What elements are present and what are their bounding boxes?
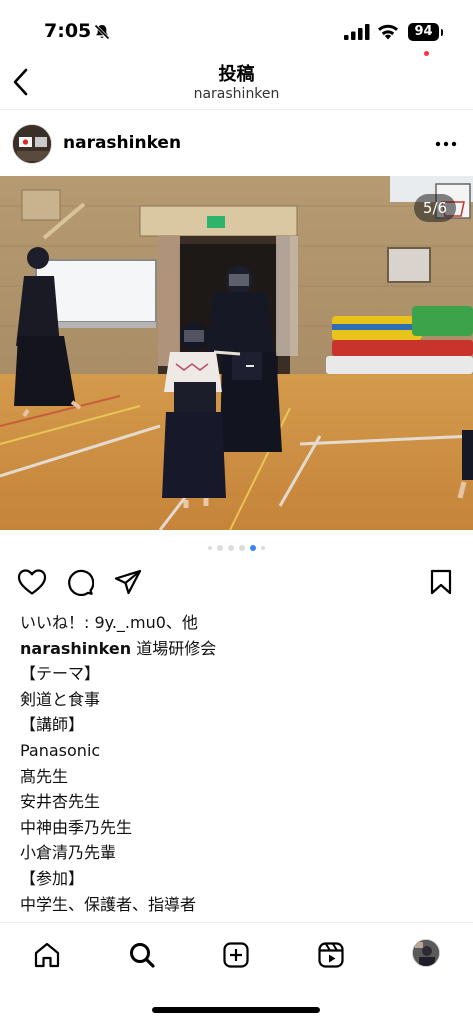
caption-line: 安井杏先生 [20, 792, 101, 812]
caption-line: 【講師】 [20, 715, 85, 735]
caption-author[interactable]: narashinken [20, 639, 131, 658]
post-header: narashinken [0, 118, 473, 172]
like-button[interactable] [16, 566, 48, 598]
kendo-practice-photo [0, 176, 473, 530]
paper-plane-icon [114, 569, 142, 595]
caption-line: 中神由季乃先生 [20, 817, 133, 837]
profile-avatar[interactable] [12, 124, 52, 164]
plus-square-icon [223, 942, 249, 968]
tab-create[interactable] [218, 937, 254, 973]
likes-count[interactable]: いいね！: 9y._.mu0、他 [20, 610, 460, 636]
carousel-dot [250, 545, 256, 551]
post-photo[interactable] [0, 176, 473, 530]
cellular-signal-icon [344, 24, 370, 40]
notification-dot [424, 51, 429, 56]
caption-line: 髙先生 [20, 766, 69, 786]
caption-text: 道場研修会 [136, 638, 217, 658]
carousel-dot [217, 545, 223, 551]
battery-level: 94 [408, 23, 439, 41]
page-title: 投稿 [218, 64, 255, 85]
carousel-dot [239, 545, 245, 551]
save-button[interactable] [425, 566, 457, 598]
comment-button[interactable] [64, 566, 96, 598]
status-time: 7:05 [44, 20, 92, 42]
home-indicator [152, 1007, 320, 1013]
caption-line: 【参加】 [20, 868, 85, 888]
caption-line: 中学生、保護者、指導者 [20, 894, 197, 914]
bell-slash-icon [94, 24, 110, 40]
status-bar: 7:05 94 [0, 0, 473, 56]
battery-nub [441, 29, 443, 36]
wifi-icon [378, 24, 398, 40]
carousel-indicator [0, 543, 473, 553]
profile-avatar-image [413, 940, 439, 966]
carousel-dot [228, 545, 234, 551]
tab-home[interactable] [29, 937, 65, 973]
post-username[interactable]: narashinken [63, 133, 181, 153]
post-caption: いいね！: 9y._.mu0、他 narashinken 道場研修会 【テーマ】… [20, 610, 460, 917]
bookmark-icon [430, 569, 452, 595]
avatar-image [13, 125, 51, 163]
tab-search[interactable] [124, 937, 160, 973]
image-counter: 5/6 [414, 194, 456, 222]
share-button[interactable] [112, 566, 144, 598]
carousel-dot [208, 546, 212, 550]
more-options-button[interactable] [432, 132, 460, 156]
caption-line: 【テーマ】 [20, 664, 101, 684]
comment-icon [68, 569, 94, 596]
tab-profile-avatar[interactable] [412, 939, 440, 967]
heart-icon [17, 569, 47, 595]
nav-header: 投稿 narashinken [0, 56, 473, 110]
ellipsis-icon [435, 141, 457, 147]
caption-line: Panasonic [20, 740, 101, 760]
caption-line: 剣道と食事 [20, 689, 101, 709]
reels-icon [318, 942, 344, 968]
carousel-dot [261, 546, 265, 550]
tab-reels[interactable] [313, 937, 349, 973]
post-actions [0, 566, 473, 600]
search-icon [130, 943, 155, 968]
caption-first-line: narashinken 道場研修会 [20, 636, 460, 662]
page-subtitle: narashinken [193, 86, 280, 102]
home-icon [34, 942, 60, 968]
caption-line: 小倉清乃先輩 [20, 843, 117, 863]
